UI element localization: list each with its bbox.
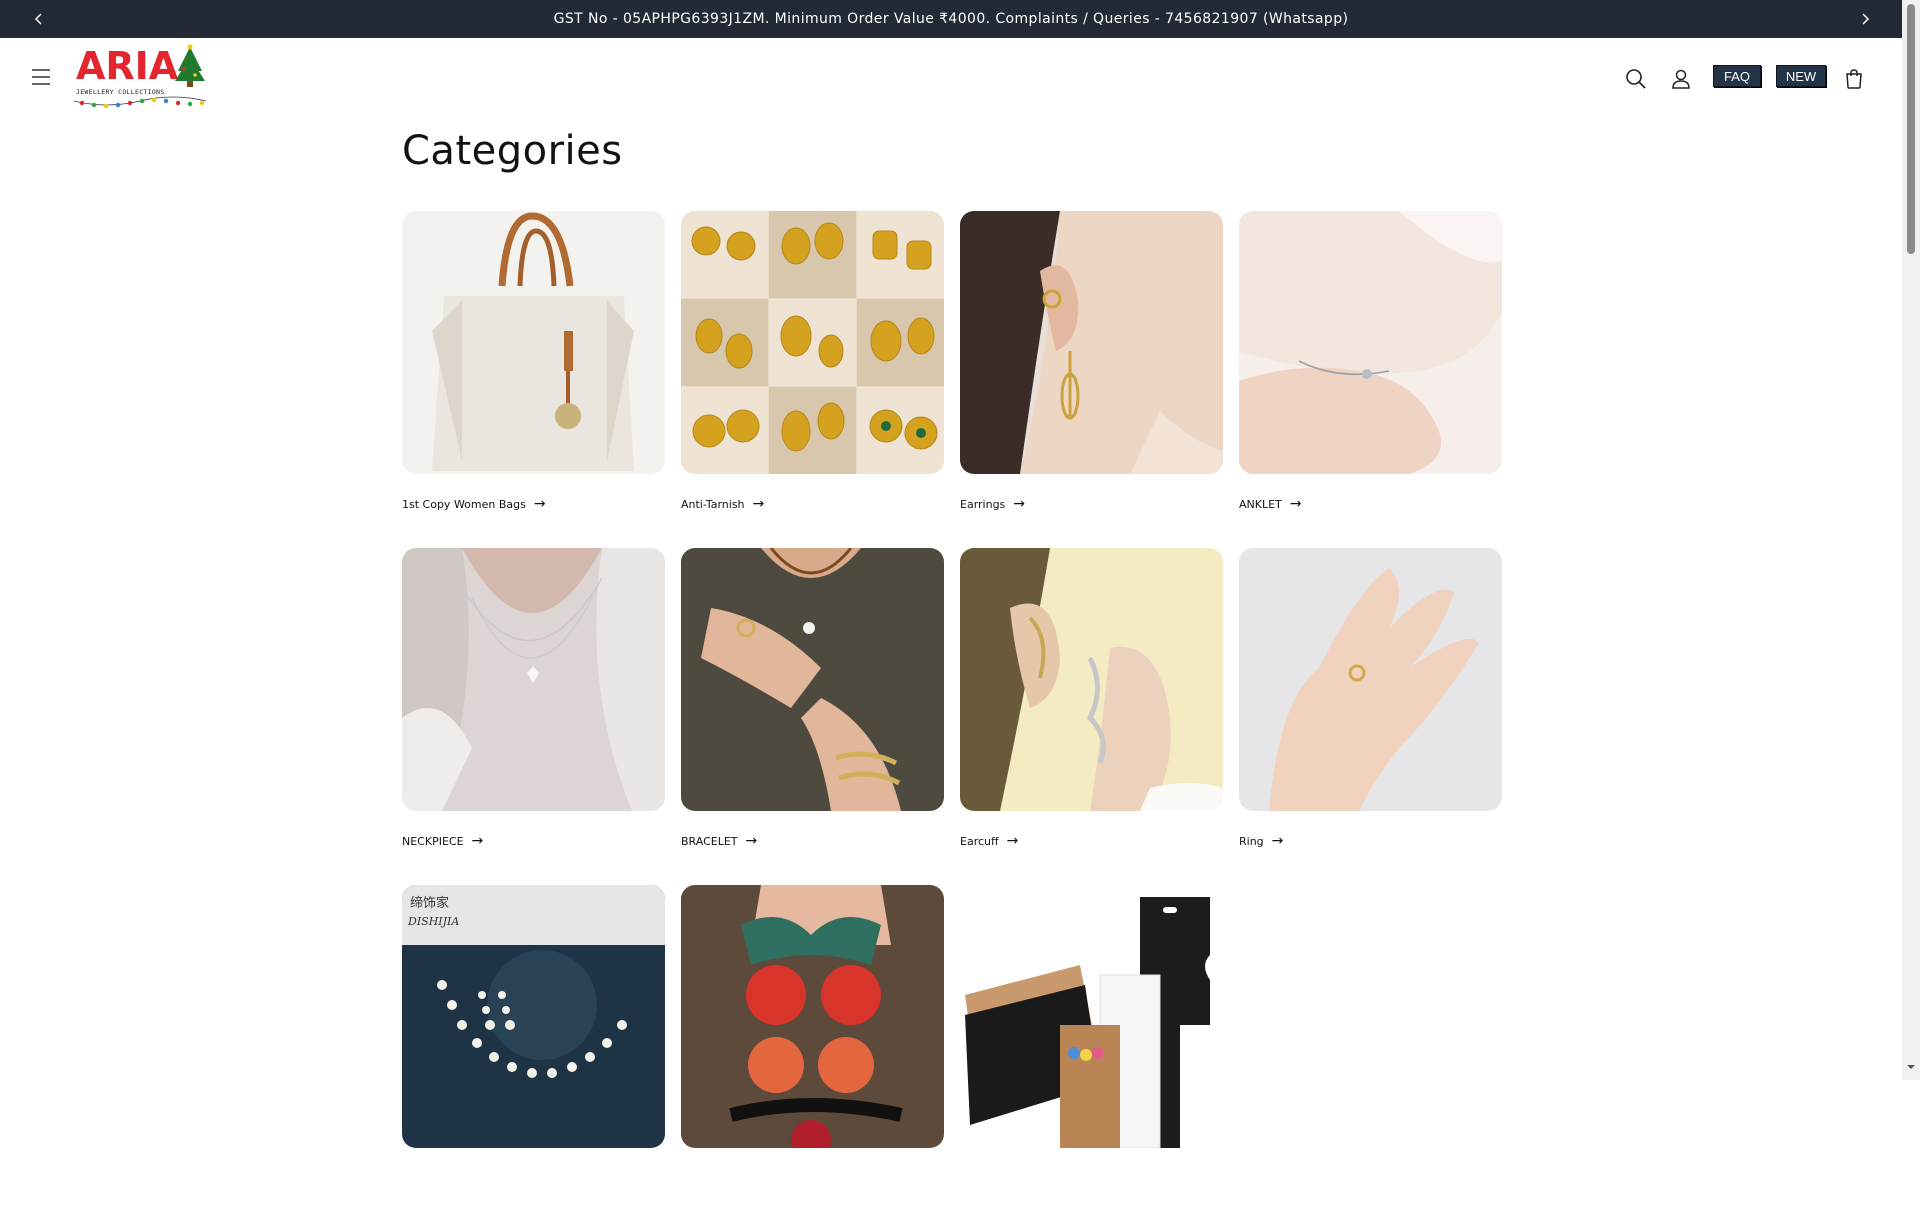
chevron-right-icon: [1862, 13, 1870, 25]
ring-image: [1239, 548, 1502, 811]
arrow-right-icon: →: [745, 833, 758, 849]
site-header: ARIA JEWELLERY COLLECTIONS FAQ NEW: [0, 38, 1902, 118]
necklace-image: [402, 548, 665, 811]
category-card[interactable]: Earcuff →: [960, 548, 1223, 885]
scrollbar-thumb[interactable]: [1907, 4, 1915, 254]
arrow-right-icon: →: [1289, 496, 1302, 512]
page-title: Categories: [402, 128, 623, 174]
aria-logo[interactable]: ARIA JEWELLERY COLLECTIONS: [73, 43, 207, 113]
logo-subtext: JEWELLERY COLLECTIONS: [76, 88, 164, 96]
display-cards-image: [960, 885, 1223, 1148]
categories-grid: 1st Copy Women Bags → Anti-Tarnish → Ear…: [402, 211, 1504, 1222]
arrow-right-icon: →: [752, 496, 765, 512]
new-button[interactable]: NEW: [1776, 65, 1826, 87]
category-label: ANKLET: [1239, 497, 1282, 511]
scroll-down-arrow-icon[interactable]: [1906, 1062, 1916, 1072]
logo-graphic: ARIA JEWELLERY COLLECTIONS: [73, 44, 207, 109]
hair-ties-image: [681, 885, 944, 1148]
category-label: Earrings: [960, 497, 1006, 511]
ear-earring-image: [960, 211, 1223, 474]
box-brand-text: 缔饰家: [410, 895, 449, 911]
next-announcement-button[interactable]: [1846, 0, 1884, 38]
account-button[interactable]: [1666, 64, 1696, 94]
cart-icon: [1846, 69, 1862, 89]
search-button[interactable]: [1621, 64, 1651, 94]
previous-announcement-button[interactable]: [20, 0, 58, 38]
category-card[interactable]: [960, 885, 1223, 1222]
arrow-right-icon: →: [471, 833, 484, 849]
pearl-necklace-set-image: 缔饰家 DISHIJIA: [402, 885, 665, 1148]
category-label: NECKPIECE: [402, 834, 464, 848]
ankle-chain-image: [1239, 211, 1502, 474]
page-scrollbar[interactable]: [1902, 0, 1920, 1080]
category-card[interactable]: BRACELET →: [681, 548, 944, 885]
category-card[interactable]: [681, 885, 944, 1222]
category-card[interactable]: Ring →: [1239, 548, 1502, 885]
category-card[interactable]: NECKPIECE →: [402, 548, 665, 885]
menu-button[interactable]: [26, 62, 56, 92]
arrow-right-icon: →: [1006, 833, 1019, 849]
category-card[interactable]: 1st Copy Women Bags →: [402, 211, 665, 548]
hamburger-icon: [32, 69, 50, 85]
category-label: Earcuff: [960, 834, 999, 848]
announcement-text: GST No - 05APHPG6393J1ZM. Minimum Order …: [553, 11, 1349, 27]
category-card[interactable]: 缔饰家 DISHIJIA: [402, 885, 665, 1222]
category-card[interactable]: ANKLET →: [1239, 211, 1502, 548]
bracelet-image: [681, 548, 944, 811]
user-icon: [1672, 69, 1690, 89]
faq-button[interactable]: FAQ: [1713, 65, 1761, 87]
logo-text: ARIA: [76, 44, 179, 88]
category-label: Ring: [1239, 834, 1264, 848]
arrow-right-icon: →: [1271, 833, 1284, 849]
arrow-right-icon: →: [533, 496, 546, 512]
category-label: BRACELET: [681, 834, 738, 848]
box-brand-latin: DISHIJIA: [407, 915, 459, 928]
announcement-bar: GST No - 05APHPG6393J1ZM. Minimum Order …: [0, 0, 1902, 38]
category-card[interactable]: Anti-Tarnish →: [681, 211, 944, 548]
category-card[interactable]: Earrings →: [960, 211, 1223, 548]
gold-earrings-grid-image: [681, 211, 944, 474]
chevron-left-icon: [34, 13, 42, 25]
search-icon: [1626, 69, 1646, 89]
category-label: 1st Copy Women Bags: [402, 497, 526, 511]
handbag-image: [402, 211, 665, 474]
cart-button[interactable]: [1839, 64, 1869, 94]
category-label: Anti-Tarnish: [681, 497, 745, 511]
arrow-right-icon: →: [1013, 496, 1026, 512]
earcuff-image: [960, 548, 1223, 811]
